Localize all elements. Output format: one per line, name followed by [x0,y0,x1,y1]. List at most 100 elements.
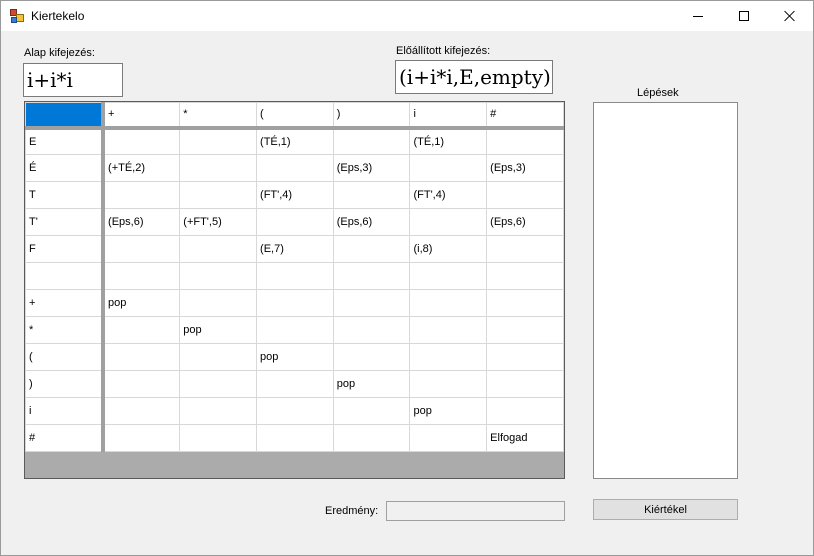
table-cell[interactable]: (+TÉ,2) [102,154,181,182]
table-cell[interactable]: (Eps,6) [332,208,411,236]
table-cell[interactable]: Elfogad [486,424,564,452]
table-cell[interactable] [179,289,258,317]
table-cell[interactable] [102,127,181,155]
table-cell[interactable] [332,127,411,155]
table-cell[interactable] [256,397,334,425]
table-cell[interactable] [256,208,334,236]
table-cell[interactable]: pop [332,370,411,398]
table-cell[interactable] [102,424,181,452]
table-cell[interactable] [332,262,411,290]
table-cell[interactable] [179,262,258,290]
row-header[interactable]: ) [25,370,106,398]
table-cell[interactable]: pop [256,343,334,371]
table-cell[interactable] [102,181,181,209]
table-cell[interactable] [409,262,488,290]
column-header[interactable]: ( [256,102,334,130]
table-cell[interactable] [409,316,488,344]
table-cell[interactable] [256,370,334,398]
row-header[interactable]: ( [25,343,106,371]
table-cell[interactable]: (TÉ,1) [409,127,488,155]
table-cell[interactable] [179,370,258,398]
table-cell[interactable] [256,154,334,182]
table-cell[interactable] [179,127,258,155]
table-cell[interactable] [102,316,181,344]
table-cell[interactable]: (E,7) [256,235,334,263]
table-cell[interactable]: (TÉ,1) [256,127,334,155]
steps-listbox[interactable] [593,102,738,479]
parse-table-grid[interactable]: + *() i # E (TÉ,1) (TÉ,1) É (+TÉ,2) (Eps,3) (Eps,3… [24,101,565,479]
table-cell[interactable]: (Eps,6) [102,208,181,236]
table-cell[interactable]: (i,8) [409,235,488,263]
table-cell[interactable] [256,424,334,452]
table-cell[interactable]: (Eps,6) [486,208,564,236]
row-header[interactable]: + [25,289,106,317]
generated-expression-field[interactable]: (i+i*i,E,empty) [395,60,553,94]
table-cell[interactable] [102,235,181,263]
table-cell[interactable] [179,397,258,425]
table-cell[interactable] [256,289,334,317]
table-cell[interactable]: pop [409,397,488,425]
table-cell[interactable]: (FT',4) [409,181,488,209]
table-cell[interactable] [102,397,181,425]
table-corner-cell[interactable] [25,102,106,130]
row-header[interactable]: F [25,235,106,263]
table-cell[interactable] [486,127,564,155]
table-cell[interactable] [179,181,258,209]
table-cell[interactable] [332,235,411,263]
table-cell[interactable] [179,154,258,182]
table-cell[interactable] [332,316,411,344]
column-header[interactable]: + [102,102,181,130]
table-cell[interactable] [332,424,411,452]
row-header[interactable] [25,262,106,290]
table-cell[interactable] [179,343,258,371]
table-cell[interactable] [486,343,564,371]
table-cell[interactable] [332,181,411,209]
row-header[interactable]: É [25,154,106,182]
table-cell[interactable] [332,343,411,371]
row-header[interactable]: T' [25,208,106,236]
row-header[interactable]: i [25,397,106,425]
table-cell[interactable] [486,316,564,344]
table-cell[interactable] [409,154,488,182]
result-field[interactable] [386,501,565,521]
table-cell[interactable]: (Eps,3) [486,154,564,182]
row-header[interactable]: T [25,181,106,209]
table-cell[interactable] [179,235,258,263]
close-button[interactable] [767,1,813,31]
table-cell[interactable]: pop [102,289,181,317]
base-expression-field[interactable]: i+i*i [23,63,123,97]
column-header[interactable]: ) [332,102,411,130]
table-cell[interactable] [486,181,564,209]
table-cell[interactable] [486,262,564,290]
table-cell[interactable]: (+FT',5) [179,208,258,236]
table-cell[interactable] [409,424,488,452]
table-cell[interactable] [409,289,488,317]
table-cell[interactable]: pop [179,316,258,344]
table-cell[interactable] [486,235,564,263]
row-header[interactable]: # [25,424,106,452]
table-cell[interactable] [332,289,411,317]
row-header[interactable]: E [25,127,106,155]
table-cell[interactable] [102,370,181,398]
row-header[interactable]: * [25,316,106,344]
table-cell[interactable] [102,262,181,290]
table-cell[interactable] [102,343,181,371]
column-header[interactable]: * [179,102,258,130]
table-cell[interactable] [409,343,488,371]
table-cell[interactable] [332,397,411,425]
table-cell[interactable]: (Eps,3) [332,154,411,182]
maximize-button[interactable] [721,1,767,31]
minimize-button[interactable] [675,1,721,31]
table-cell[interactable] [486,289,564,317]
table-cell[interactable] [486,397,564,425]
table-cell[interactable] [179,424,258,452]
table-cell[interactable]: (FT',4) [256,181,334,209]
table-cell[interactable] [409,208,488,236]
table-cell[interactable] [256,262,334,290]
evaluate-button[interactable]: Kiértékel [593,499,738,520]
table-cell[interactable] [486,370,564,398]
table-cell[interactable] [256,316,334,344]
table-cell[interactable] [409,370,488,398]
column-header[interactable]: i [409,102,488,130]
column-header[interactable]: # [486,102,564,130]
